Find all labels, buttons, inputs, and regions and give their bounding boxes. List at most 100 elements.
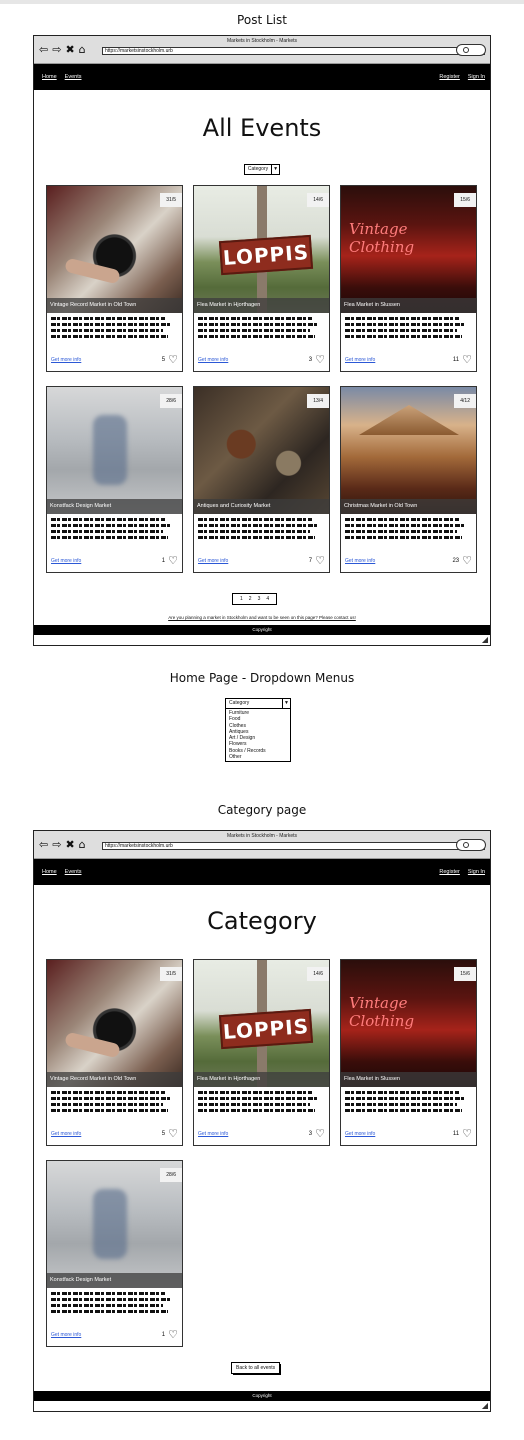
home-icon[interactable]: ⌂	[79, 839, 86, 851]
search-icon[interactable]	[456, 44, 486, 56]
heart-icon[interactable]: ♡	[315, 354, 325, 365]
chevron-down-icon: ▼	[271, 164, 279, 174]
loppis-sign: LOPPIS	[218, 1008, 314, 1050]
nav-register-link[interactable]: Register	[439, 74, 459, 80]
event-title: Antiques and Curiosity Market	[194, 499, 329, 514]
nav-signin-link[interactable]: Sign In	[468, 869, 485, 875]
heart-icon[interactable]: ♡	[315, 555, 325, 566]
event-image[interactable]: 28/6 Konstfack Design Market	[47, 387, 182, 514]
category-select-wrap: Category ▼	[34, 157, 490, 175]
nav-signin-link[interactable]: Sign In	[468, 74, 485, 80]
browser-window-category: Markets in Stockholm - Markets ⇦ ⇨ ✖ ⌂ h…	[33, 830, 491, 1412]
get-more-info-link[interactable]: Get more info	[51, 1332, 81, 1338]
event-image[interactable]: LOPPIS 14/6 Flea Market in Hjorthagen	[194, 186, 329, 313]
get-more-info-link[interactable]: Get more info	[51, 1131, 81, 1137]
get-more-info-link[interactable]: Get more info	[345, 357, 375, 363]
category-dropdown-select[interactable]: Category ▼	[225, 697, 291, 709]
event-card: 28/6 Konstfack Design Market Get more in…	[46, 386, 183, 573]
event-title: Flea Market in Hjorthagen	[194, 1072, 329, 1087]
nav-home-link[interactable]: Home	[42, 74, 57, 80]
event-description	[51, 1292, 178, 1313]
event-description	[198, 1091, 325, 1112]
heart-icon[interactable]: ♡	[462, 1128, 472, 1139]
heart-icon[interactable]: ♡	[168, 555, 178, 566]
event-title: Vintage Record Market in Old Town	[47, 1072, 182, 1087]
forward-arrow-icon[interactable]: ⇨	[52, 839, 61, 851]
event-card: LOPPIS 14/6 Flea Market in Hjorthagen Ge…	[193, 959, 330, 1146]
page-link[interactable]: 2	[249, 596, 252, 602]
resize-handle-icon[interactable]: ◢	[482, 635, 488, 644]
nav-buttons: ⇦ ⇨ ✖ ⌂	[39, 839, 86, 851]
resize-handle-icon[interactable]: ◢	[482, 1401, 488, 1410]
event-card: Vintage Clothing 15/6 Flea Market in Slu…	[340, 185, 477, 372]
heart-icon[interactable]: ♡	[168, 1128, 178, 1139]
event-image[interactable]: LOPPIS 14/6 Flea Market in Hjorthagen	[194, 960, 329, 1087]
back-arrow-icon[interactable]: ⇦	[39, 839, 48, 851]
back-to-all-events-button[interactable]: Back to all events	[231, 1362, 282, 1375]
get-more-info-link[interactable]: Get more info	[345, 558, 375, 564]
nav-home-link[interactable]: Home	[42, 869, 57, 875]
event-date: 28/6	[160, 394, 182, 408]
event-date: 15/6	[454, 967, 476, 981]
image-detail	[64, 1031, 121, 1059]
dropdown-option[interactable]: Other	[229, 754, 287, 760]
pagination: 1 2 3 4	[232, 593, 278, 605]
heart-icon[interactable]: ♡	[315, 1128, 325, 1139]
like-count: 1	[161, 558, 166, 564]
event-title: Flea Market in Slussen	[341, 298, 476, 313]
like-count: 11	[452, 1131, 460, 1137]
event-card: 31/5 Vintage Record Market in Old Town G…	[46, 185, 183, 372]
url-bar[interactable]: https://marketsinstockholm.urb	[102, 47, 485, 55]
nav-events-link[interactable]: Events	[65, 869, 82, 875]
like-count: 11	[452, 357, 460, 363]
close-icon[interactable]: ✖	[65, 44, 74, 56]
get-more-info-link[interactable]: Get more info	[198, 1131, 228, 1137]
event-image[interactable]: 28/6 Konstfack Design Market	[47, 1161, 182, 1288]
heart-icon[interactable]: ♡	[462, 555, 472, 566]
nav-events-link[interactable]: Events	[65, 74, 82, 80]
get-more-info-link[interactable]: Get more info	[51, 558, 81, 564]
event-title: Vintage Record Market in Old Town	[47, 298, 182, 313]
event-title: Flea Market in Hjorthagen	[194, 298, 329, 313]
event-description	[198, 317, 325, 338]
category-events-grid: 31/5 Vintage Record Market in Old Town G…	[46, 959, 477, 1347]
like-count: 7	[308, 558, 313, 564]
home-icon[interactable]: ⌂	[79, 44, 86, 56]
category-select[interactable]: Category ▼	[243, 163, 281, 175]
heart-icon[interactable]: ♡	[168, 354, 178, 365]
event-image[interactable]: 31/5 Vintage Record Market in Old Town	[47, 186, 182, 313]
event-image[interactable]: 4/12 Christmas Market in Old Town	[341, 387, 476, 514]
page-link[interactable]: 4	[266, 596, 269, 602]
image-detail	[93, 1189, 127, 1259]
event-title: Flea Market in Slussen	[341, 1072, 476, 1087]
event-image[interactable]: Vintage Clothing 15/6 Flea Market in Slu…	[341, 960, 476, 1087]
get-more-info-link[interactable]: Get more info	[345, 1131, 375, 1137]
event-image[interactable]: 31/5 Vintage Record Market in Old Town	[47, 960, 182, 1087]
like-count: 3	[308, 357, 313, 363]
heart-icon[interactable]: ♡	[462, 354, 472, 365]
get-more-info-link[interactable]: Get more info	[198, 558, 228, 564]
contact-link[interactable]: Are you planning a market in Stockholm a…	[34, 615, 490, 620]
search-icon[interactable]	[456, 839, 486, 851]
event-description	[345, 1091, 472, 1112]
forward-arrow-icon[interactable]: ⇨	[52, 44, 61, 56]
event-date: 31/5	[160, 193, 182, 207]
dropdown-section-title: Home Page - Dropdown Menus	[169, 671, 355, 685]
heart-icon[interactable]: ♡	[168, 1329, 178, 1340]
page-link[interactable]: 3	[258, 596, 261, 602]
footer-copyright: Copyright	[34, 625, 490, 635]
event-description	[51, 1091, 178, 1112]
browser-chrome: Markets in Stockholm - Markets ⇦ ⇨ ✖ ⌂ h…	[34, 831, 490, 859]
close-icon[interactable]: ✖	[65, 839, 74, 851]
post-list-section-title: Post List	[237, 13, 287, 27]
event-image[interactable]: 13/4 Antiques and Curiosity Market	[194, 387, 329, 514]
get-more-info-link[interactable]: Get more info	[198, 357, 228, 363]
nav-register-link[interactable]: Register	[439, 869, 459, 875]
event-date: 31/5	[160, 967, 182, 981]
url-bar[interactable]: https://marketsinstockholm.urb	[102, 842, 485, 850]
back-arrow-icon[interactable]: ⇦	[39, 44, 48, 56]
page-link[interactable]: 1	[240, 596, 243, 602]
window-title: Markets in Stockholm - Markets	[226, 833, 298, 839]
event-image[interactable]: Vintage Clothing 15/6 Flea Market in Slu…	[341, 186, 476, 313]
get-more-info-link[interactable]: Get more info	[51, 357, 81, 363]
